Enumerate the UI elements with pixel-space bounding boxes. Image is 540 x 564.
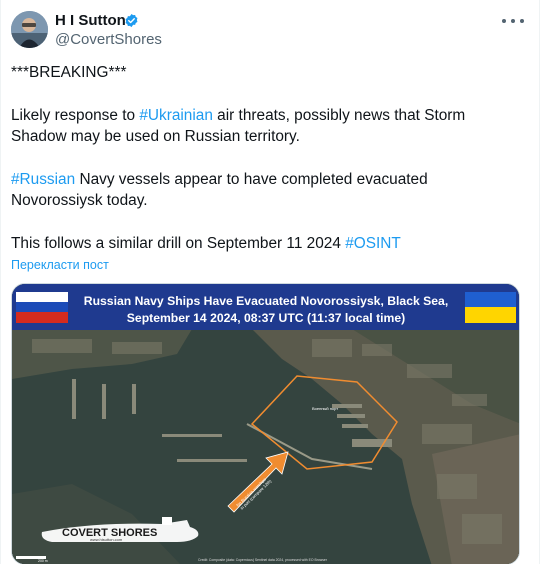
hashtag-osint[interactable]: #OSINT xyxy=(345,235,401,252)
tweet-paragraph-3: #Russian Navy vessels appear to have com… xyxy=(11,169,428,191)
hashtag-russian[interactable]: #Russian xyxy=(11,171,75,188)
tweet-image[interactable]: Военный порт No Russian warships in port… xyxy=(11,283,520,564)
tweet-text-span: This follows a similar drill on Septembe… xyxy=(11,235,346,252)
tweet-paragraph-4: This follows a similar drill on Septembe… xyxy=(11,233,401,255)
image-credit: Credit: Composite (data: Copernicus) Sen… xyxy=(198,558,328,562)
author-avatar[interactable] xyxy=(11,11,48,48)
logo-url: www.hisutton.com xyxy=(90,537,123,542)
author-name[interactable]: H I Sutton xyxy=(55,12,126,30)
translate-post-link[interactable]: Перекласти пост xyxy=(11,258,109,272)
russia-flag-icon xyxy=(16,292,68,323)
tweet-card: H I Sutton @CovertShores ***BREAKING*** … xyxy=(0,0,540,564)
image-title-line1: Russian Navy Ships Have Evacuated Novoro… xyxy=(84,294,448,308)
satellite-map: Военный порт No Russian warships in port… xyxy=(12,284,519,564)
author-handle[interactable]: @CovertShores xyxy=(55,31,162,49)
tweet-paragraph-3-line-2: Novorossiysk today. xyxy=(11,192,148,209)
ukraine-flag-icon xyxy=(465,292,516,323)
profile-photo-icon xyxy=(11,11,48,48)
more-options-icon[interactable] xyxy=(502,13,524,29)
scale-label: 200 m xyxy=(38,559,48,563)
tweet-text-span: Navy vessels appear to have completed ev… xyxy=(75,171,428,188)
map-label: Военный порт xyxy=(312,406,338,411)
verified-badge-icon xyxy=(125,13,138,28)
hashtag-ukrainian[interactable]: #Ukrainian xyxy=(139,107,213,124)
tweet-text-span: Likely response to xyxy=(11,107,140,124)
tweet-paragraph-2-line-2: Shadow may be used on Russian territory. xyxy=(11,128,300,145)
image-title-line2: September 14 2024, 08:37 UTC (11:37 loca… xyxy=(127,311,405,325)
tweet-line-breaking: ***BREAKING*** xyxy=(11,64,127,81)
tweet-paragraph-2: Likely response to #Ukrainian air threat… xyxy=(11,105,465,127)
tweet-text-span: air threats, possibly news that Storm xyxy=(212,107,466,124)
